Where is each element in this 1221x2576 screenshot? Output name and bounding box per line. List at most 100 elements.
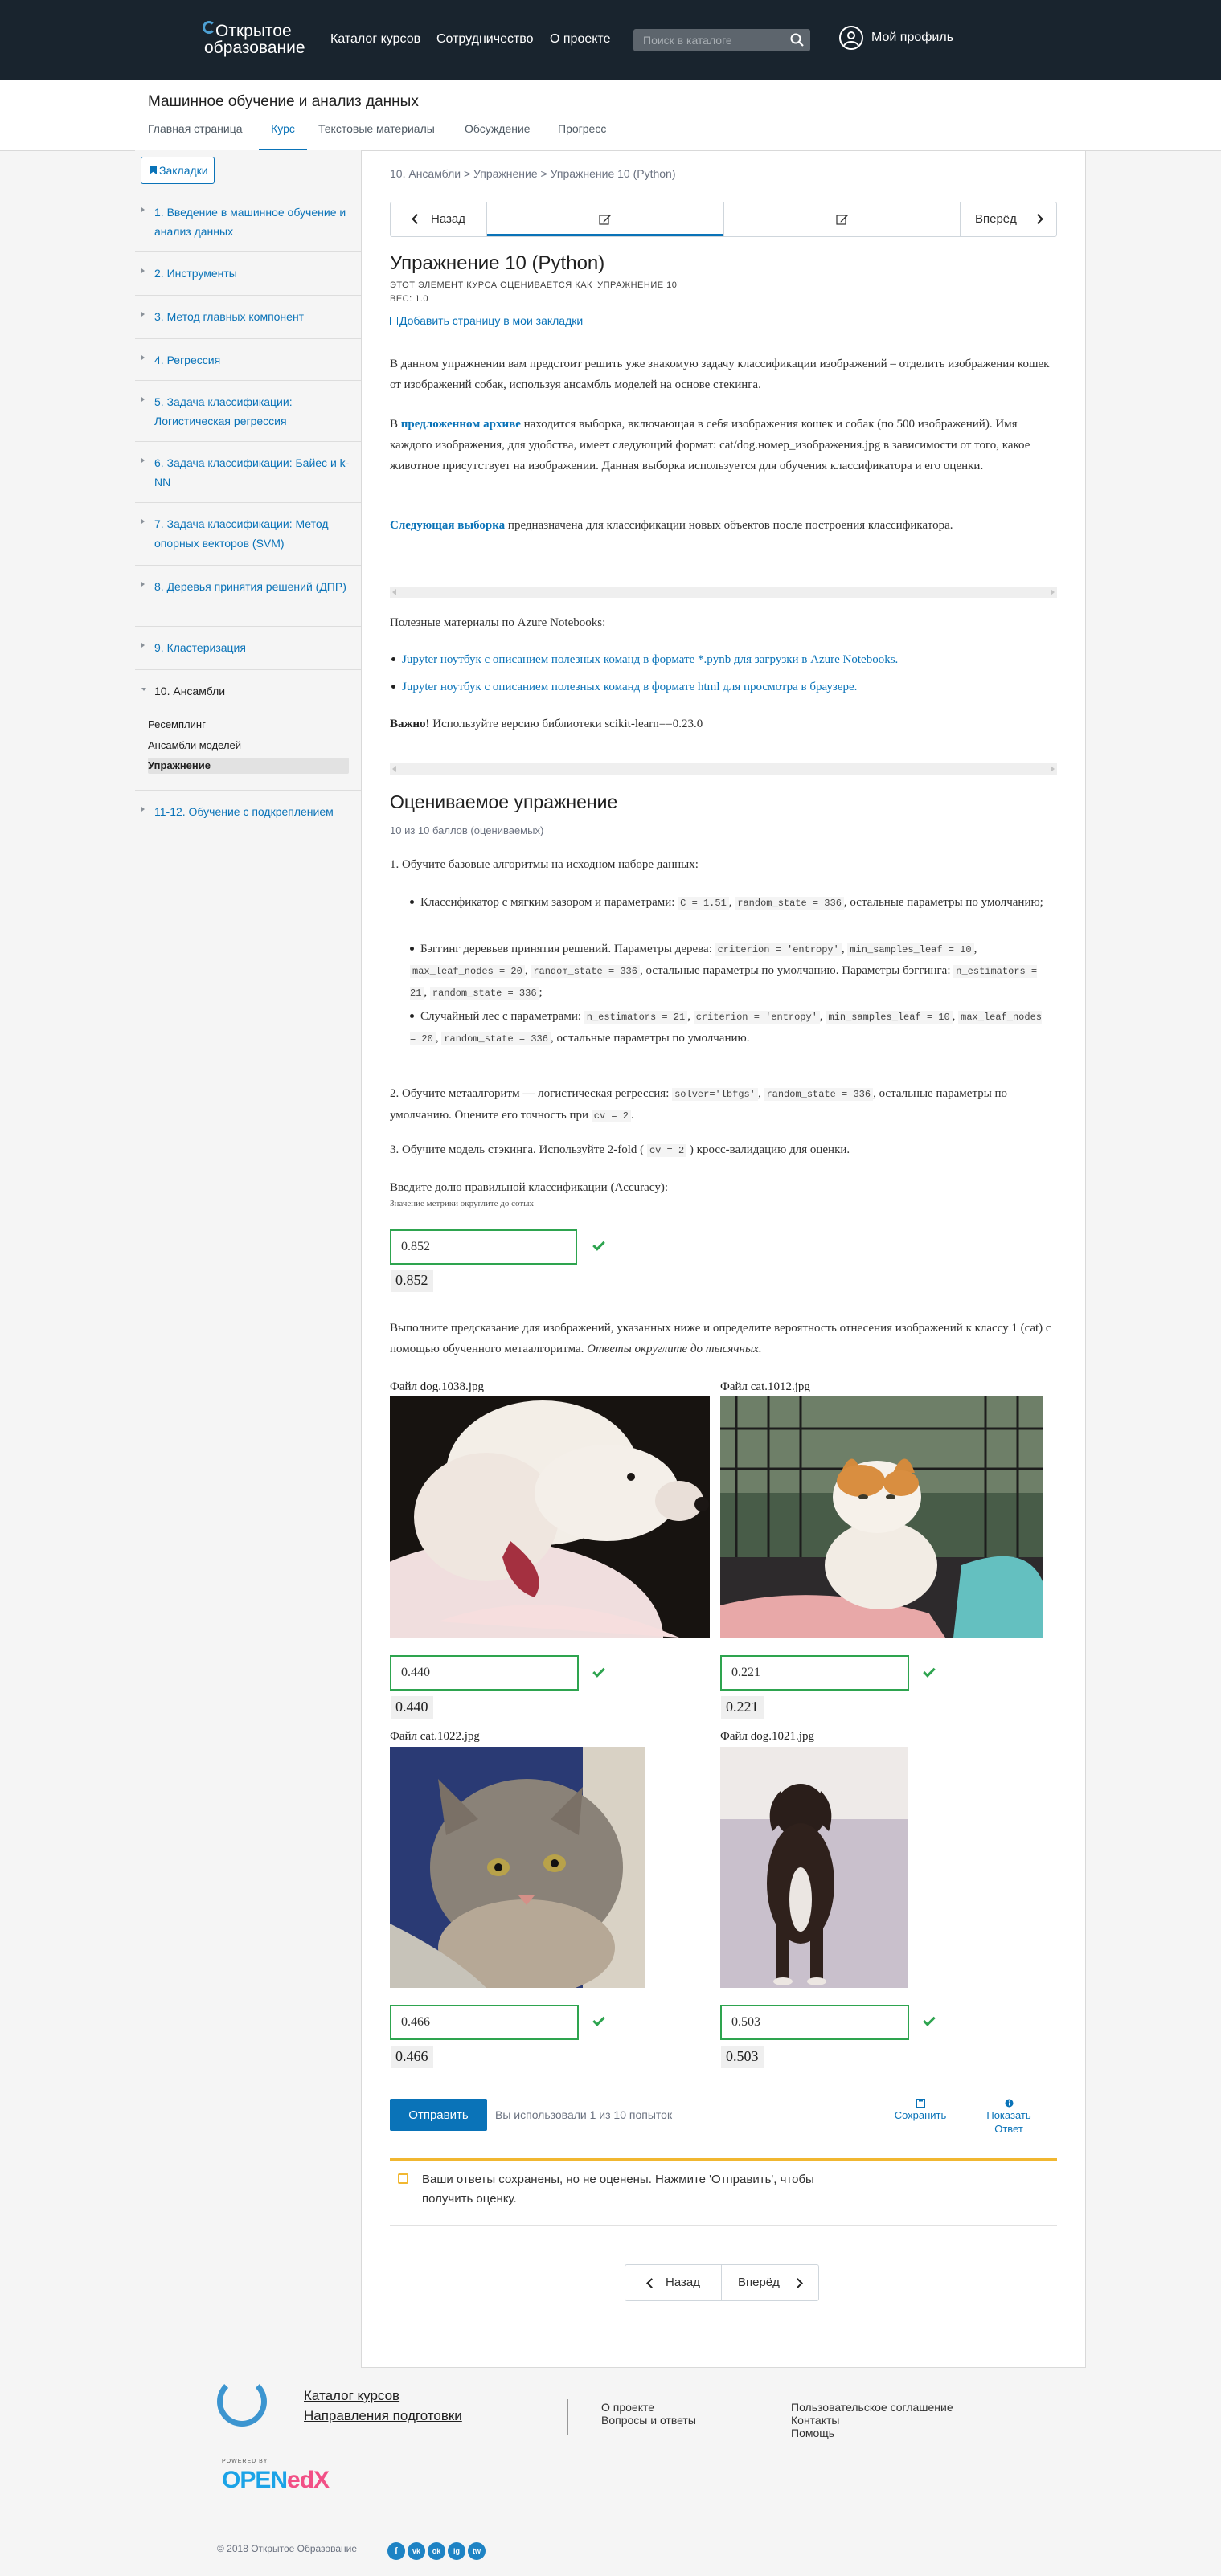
sidebar-item-8[interactable]: 8. Деревья принятия решений (ДПР) <box>135 566 361 627</box>
text: Случайный лес с параметрами: <box>420 1010 584 1023</box>
chevron-right-icon <box>1033 214 1043 224</box>
problem-title: Упражнение 10 (Python) <box>390 252 605 274</box>
text: 3. Обучите модель стэкинга. Используйте … <box>390 1143 647 1156</box>
course-title: Машинное обучение и анализ данных <box>148 93 419 110</box>
text: 2. Обучите метаалгоритм — логистическая … <box>390 1087 673 1100</box>
sidebar-sub-resampling[interactable]: Ресемплинг <box>148 717 349 733</box>
info-icon <box>1005 2099 1013 2108</box>
intro-paragraph: В данном упражнении вам предстоит решить… <box>390 358 1050 391</box>
search-input[interactable] <box>633 29 786 51</box>
task-2: 2. Обучите метаалгоритм — логистическая … <box>390 1087 1008 1122</box>
sidebar-item-4[interactable]: 4. Регрессия <box>135 339 361 381</box>
next-button[interactable]: Вперёд <box>960 202 1056 236</box>
useful-materials-label: Полезные материалы по Azure Notebooks: <box>390 616 606 629</box>
text: Классификатор с мягким зазором и парамет… <box>420 896 678 909</box>
answer-input-3[interactable]: 0.466 <box>390 2005 579 2040</box>
accuracy-hint: Значение метрики округлите до сотых <box>390 1199 535 1208</box>
sidebar-item-label: 6. Задача классификации: Байес и k-NN <box>154 456 350 489</box>
notebook-pynb-link[interactable]: Jupyter ноутбук с описанием полезных ком… <box>390 653 1057 667</box>
footer-agreement-link[interactable]: Пользовательское соглашение <box>791 2401 953 2414</box>
openedx-logo[interactable]: OPENedX <box>222 2467 330 2494</box>
code: n_estimators = 21 <box>584 1011 688 1024</box>
task-1-bullet-3: Случайный лес с параметрами: n_estimator… <box>410 1010 1042 1045</box>
footer-about-link[interactable]: О проекте <box>601 2401 654 2414</box>
nav-cooperation[interactable]: Сотрудничество <box>436 32 534 47</box>
archive-link[interactable]: предложенном архиве <box>401 418 521 431</box>
footer-contacts-link[interactable]: Контакты <box>791 2414 839 2427</box>
facebook-icon[interactable]: f <box>387 2542 405 2560</box>
footer-catalog-link[interactable]: Каталог курсов <box>304 2388 399 2404</box>
italic-text: Ответы округлите до тысячных. <box>587 1343 762 1355</box>
tab-discussion[interactable]: Обсуждение <box>465 122 531 151</box>
sidebar-item-6[interactable]: 6. Задача классификации: Байес и k-NN <box>135 442 361 503</box>
logo-line1: Открытое <box>215 22 292 40</box>
caret-icon <box>141 807 145 812</box>
site-logo[interactable]: Открытое образование <box>203 21 305 56</box>
horizontal-scrollbar[interactable] <box>390 763 1057 775</box>
powered-by-label: POWERED BY <box>222 2459 268 2464</box>
tab-text-materials[interactable]: Текстовые материалы <box>318 122 435 151</box>
bottom-next-button[interactable]: Вперёд <box>722 2265 818 2300</box>
show-answer-label-1: Показать <box>986 2109 1031 2121</box>
answer-input-2[interactable]: 0.221 <box>720 1655 909 1691</box>
add-bookmark-link[interactable]: Добавить страницу в мои закладки <box>390 314 583 327</box>
chevron-left-icon <box>412 214 422 224</box>
tab-home[interactable]: Главная страница <box>148 122 243 151</box>
accuracy-input[interactable]: 0.852 <box>390 1229 577 1265</box>
instagram-icon[interactable]: ig <box>448 2542 465 2560</box>
dog-1038-image <box>390 1396 710 1638</box>
sidebar-item-3[interactable]: 3. Метод главных компонент <box>135 296 361 339</box>
task-1: 1. Обучите базовые алгоритмы на исходном… <box>390 858 699 871</box>
notebook-html-link[interactable]: Jupyter ноутбук с описанием полезных ком… <box>390 681 1057 694</box>
search-icon[interactable] <box>789 32 805 48</box>
profile-link[interactable]: Мой профиль <box>839 26 953 50</box>
nav-catalog[interactable]: Каталог курсов <box>330 32 420 47</box>
breadcrumb: 10. Ансамбли > Упражнение > Упражнение 1… <box>390 167 676 180</box>
sidebar-item-5[interactable]: 5. Задача классификации: Логистическая р… <box>135 381 361 442</box>
twitter-icon[interactable]: tw <box>468 2542 486 2560</box>
accuracy-answer-chip: 0.852 <box>391 1270 433 1292</box>
sidebar-item-9[interactable]: 9. Кластеризация <box>135 627 361 670</box>
horizontal-scrollbar[interactable] <box>390 587 1057 598</box>
sidebar-item-1[interactable]: 1. Введение в машинное обучение и анализ… <box>135 191 361 252</box>
link-text: Jupyter ноутбук с описанием полезных ком… <box>402 653 899 666</box>
sidebar-sub-ensembles[interactable]: Ансамбли моделей <box>148 738 349 754</box>
next-sample-link[interactable]: Следующая выборка <box>390 519 505 532</box>
code: cv = 2 <box>646 1144 687 1157</box>
prev-button[interactable]: Назад <box>391 202 487 236</box>
answer-input-4[interactable]: 0.503 <box>720 2005 909 2040</box>
next-label: Вперёд <box>975 212 1017 226</box>
text: , остальные параметры по умолчанию. <box>550 1032 750 1045</box>
submit-button[interactable]: Отправить <box>390 2099 487 2131</box>
footer-faq-link[interactable]: Вопросы и ответы <box>601 2414 696 2427</box>
bookmark-icon <box>150 166 157 174</box>
sidebar-item-11[interactable]: 11-12. Обучение с подкреплением <box>135 791 361 831</box>
course-header: Машинное обучение и анализ данных Главна… <box>0 80 1221 151</box>
footer-directions-link[interactable]: Направления подготовки <box>304 2408 462 2424</box>
tab-course[interactable]: Курс <box>259 122 307 151</box>
sequence-tab-2[interactable] <box>723 202 961 236</box>
tab-progress[interactable]: Прогресс <box>558 122 606 151</box>
answer-chip-1: 0.440 <box>391 1696 433 1719</box>
sidebar-item-label: 8. Деревья принятия решений (ДПР) <box>154 580 346 593</box>
graded-exercise-heading: Оцениваемое упражнение <box>390 791 618 812</box>
sidebar-item-2[interactable]: 2. Инструменты <box>135 252 361 296</box>
footer-help-link[interactable]: Помощь <box>791 2427 834 2439</box>
nav-about[interactable]: О проекте <box>550 32 610 47</box>
sidebar-item-7[interactable]: 7. Задача классификации: Метод опорных в… <box>135 503 361 566</box>
caret-icon <box>141 268 145 273</box>
bookmarks-button[interactable]: Закладки <box>141 157 215 184</box>
code: random_state = 336 <box>441 1032 551 1045</box>
caret-icon <box>141 458 145 463</box>
sidebar-sub-exercise[interactable]: Упражнение <box>148 758 349 774</box>
save-button[interactable]: Сохранить <box>892 2099 949 2122</box>
vk-icon[interactable]: vk <box>408 2542 425 2560</box>
odnoklassniki-icon[interactable]: ok <box>428 2542 445 2560</box>
answer-input-1[interactable]: 0.440 <box>390 1655 579 1691</box>
show-answer-button[interactable]: Показать Ответ <box>979 2099 1039 2136</box>
bottom-prev-button[interactable]: Назад <box>625 2265 722 2300</box>
code: criterion = 'entropy' <box>693 1011 820 1024</box>
cat-1012-image <box>720 1396 1043 1638</box>
sequence-tab-1[interactable] <box>487 202 723 236</box>
caret-icon <box>141 643 145 648</box>
